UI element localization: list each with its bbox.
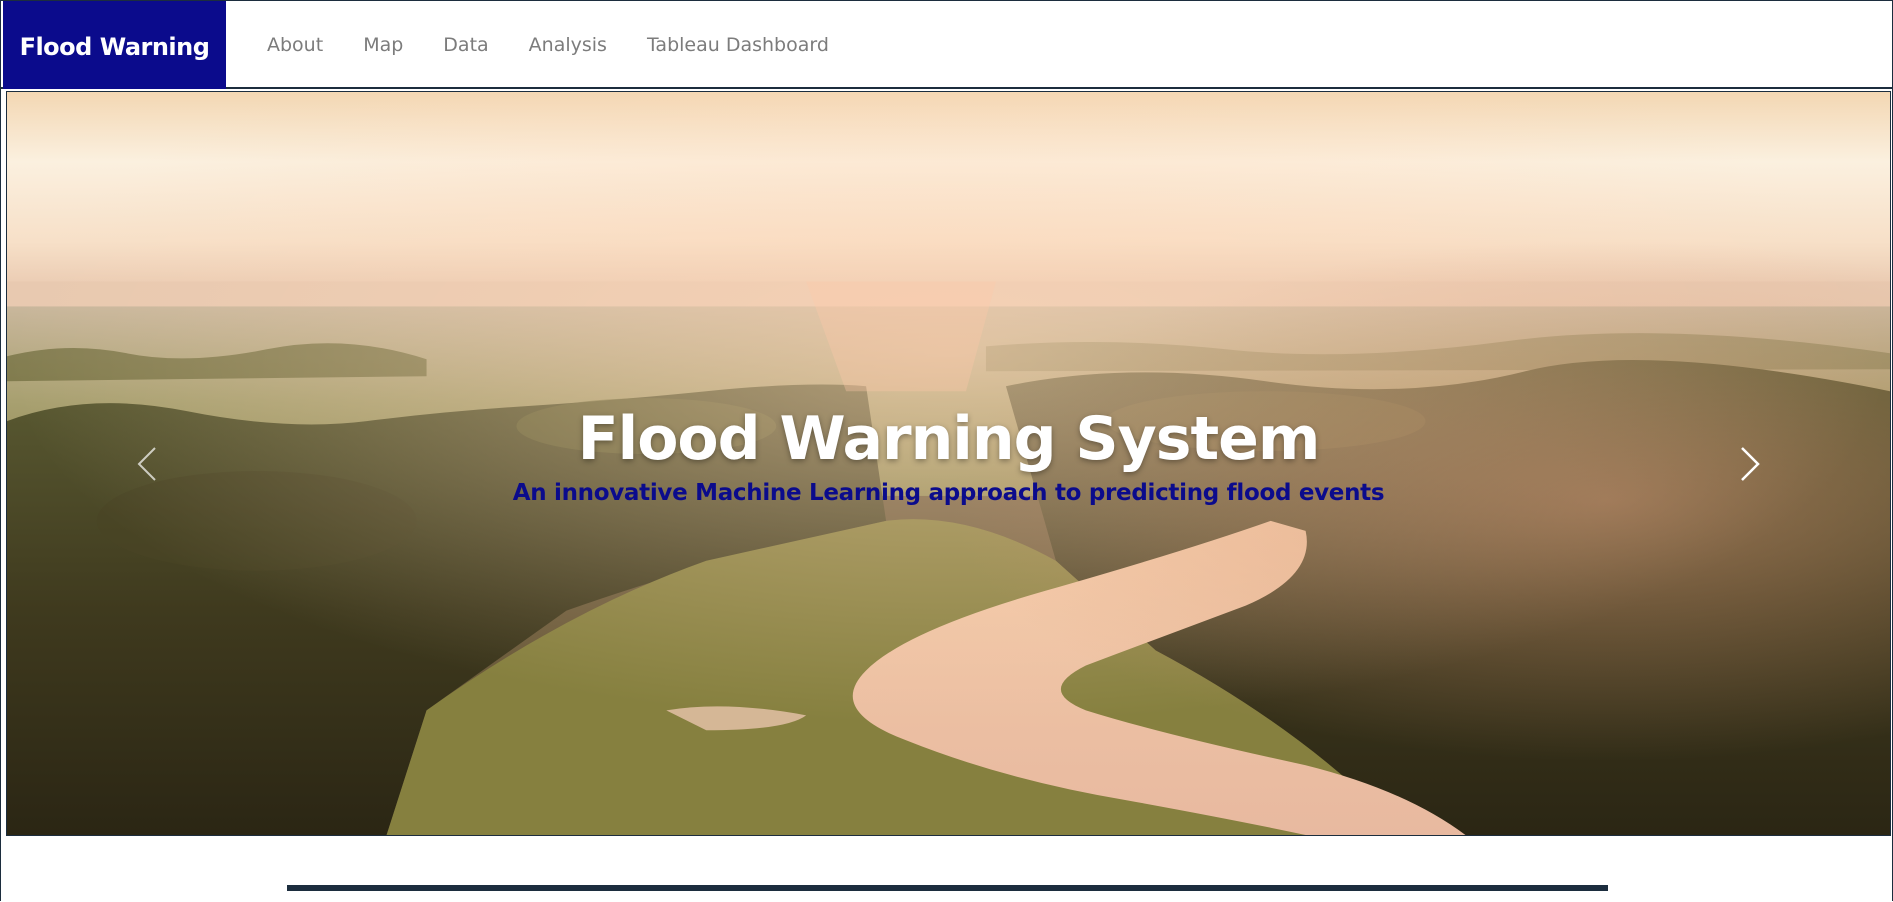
- nav-link-data[interactable]: Data: [443, 34, 488, 56]
- brand-link[interactable]: Flood Warning: [3, 1, 226, 89]
- carousel-next-button[interactable]: [1610, 92, 1890, 835]
- nav-link-about[interactable]: About: [267, 34, 323, 56]
- nav-link-tableau-dashboard[interactable]: Tableau Dashboard: [647, 34, 829, 56]
- hero-carousel: Flood Warning System An innovative Machi…: [6, 91, 1891, 836]
- nav-link-analysis[interactable]: Analysis: [529, 34, 607, 56]
- nav-links: About Map Data Analysis Tableau Dashboar…: [267, 1, 869, 89]
- page-frame: Flood Warning About Map Data Analysis Ta…: [0, 0, 1893, 901]
- navbar: Flood Warning About Map Data Analysis Ta…: [1, 1, 1892, 89]
- hero-landscape-image: [7, 92, 1890, 835]
- section-divider: [287, 885, 1608, 891]
- carousel-prev-button[interactable]: [7, 92, 287, 835]
- chevron-right-icon: [1741, 446, 1760, 481]
- chevron-left-icon: [137, 446, 156, 481]
- nav-link-map[interactable]: Map: [363, 34, 403, 56]
